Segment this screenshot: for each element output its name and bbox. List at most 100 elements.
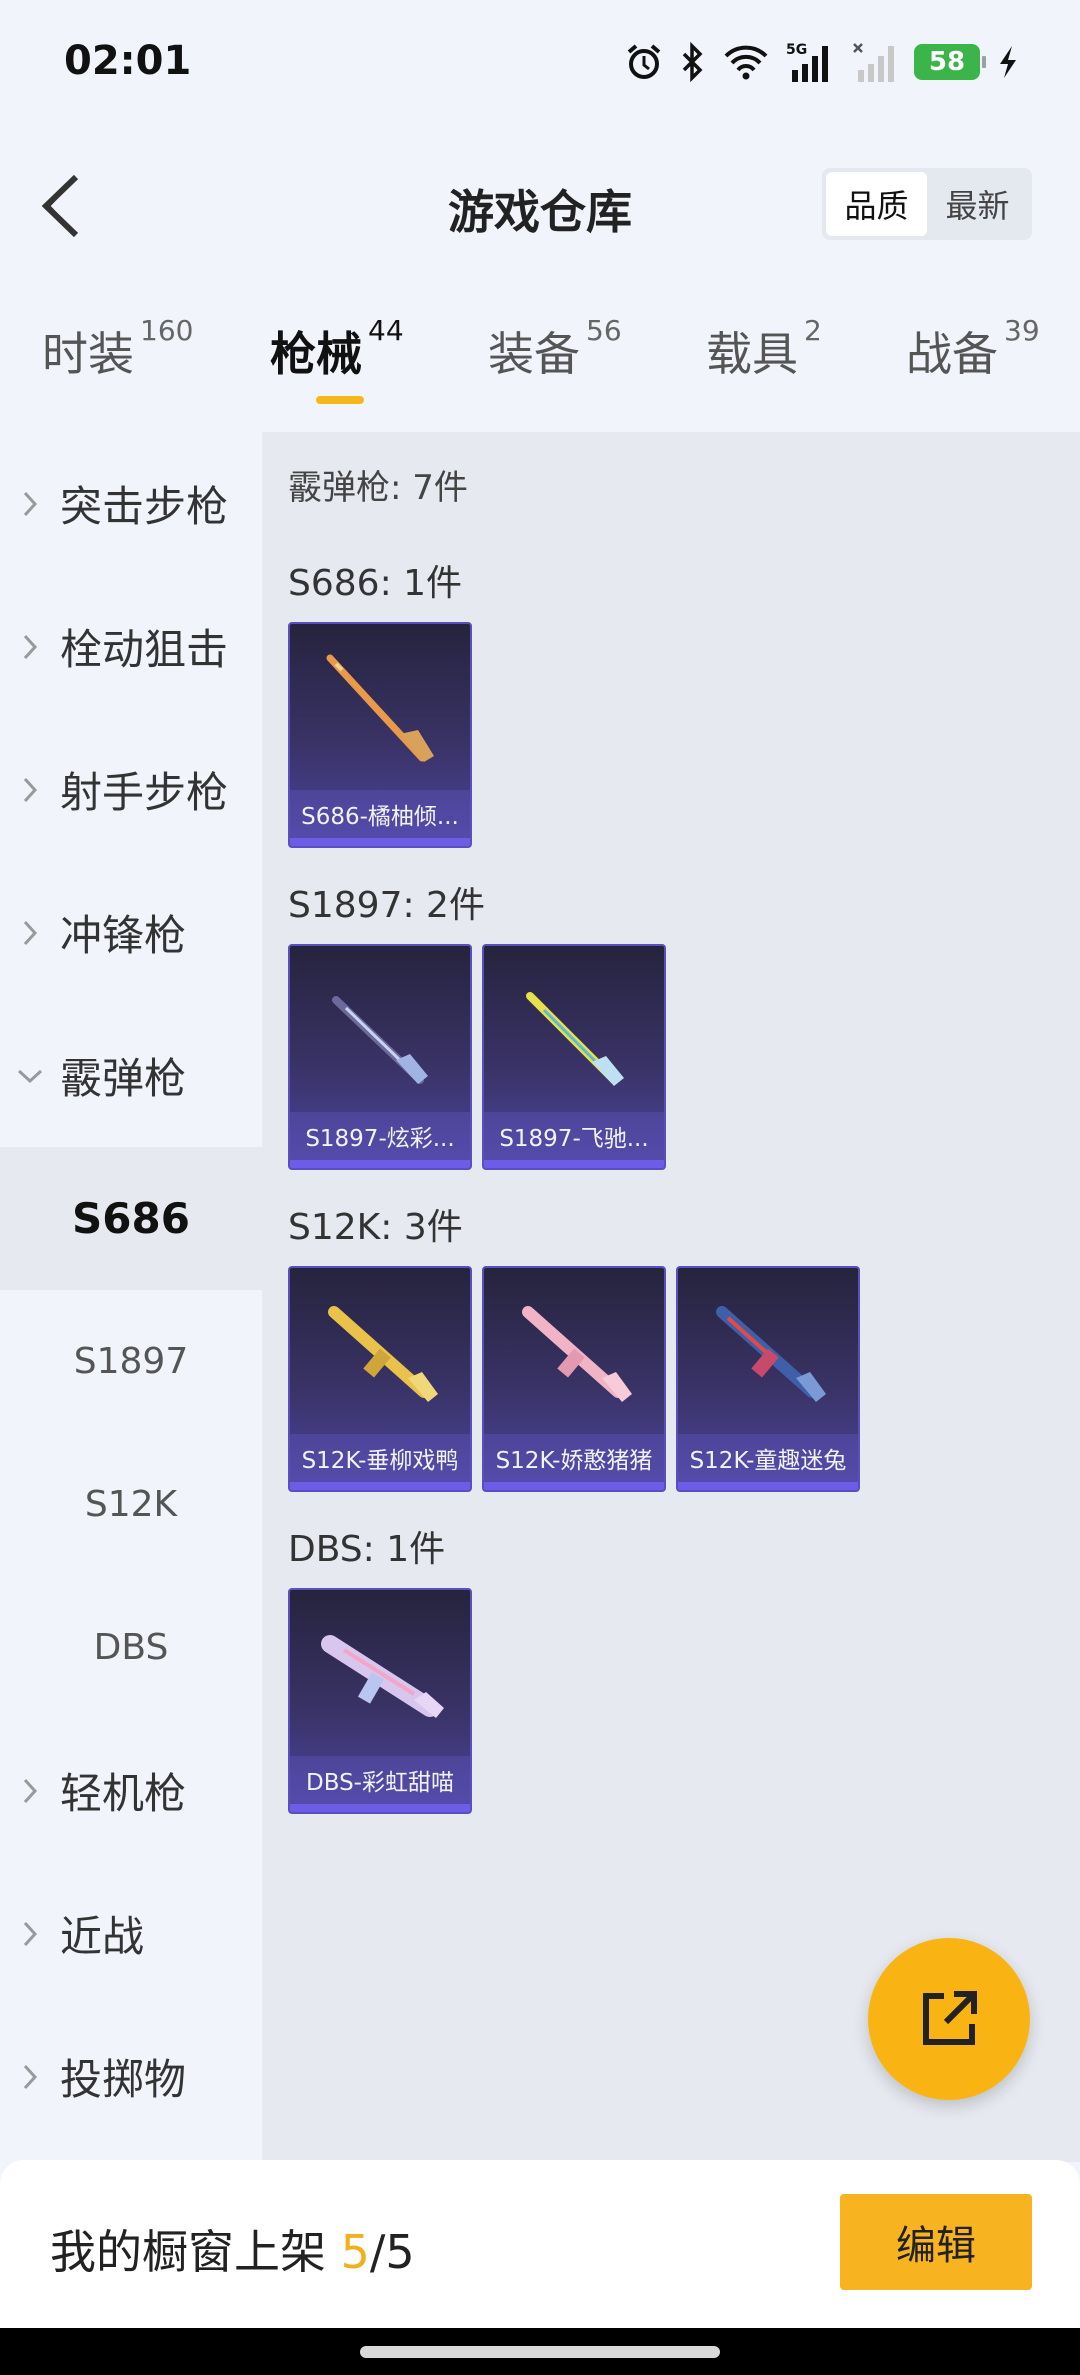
sidebar-item-bolt-sniper[interactable]: 栓动狙击 — [0, 575, 262, 718]
sidebar-item-label: 轻机枪 — [60, 1769, 187, 1818]
bluetooth-icon — [680, 40, 706, 84]
rarity-bar — [484, 1482, 664, 1490]
status-icons: 5G 58 — [624, 40, 1020, 84]
tab-fashion[interactable]: 时装 160 — [42, 314, 193, 384]
chevron-right-icon — [0, 490, 60, 518]
item-card-s1897-2[interactable]: S1897-飞驰... — [482, 944, 666, 1170]
wifi-icon — [722, 40, 770, 84]
showcase-bar: 我的橱窗上架 5/5 编辑 — [0, 2160, 1080, 2328]
alarm-icon — [624, 40, 664, 84]
tab-label: 载具 — [706, 327, 798, 381]
chevron-right-icon — [0, 1777, 60, 1805]
rarity-bar — [484, 1160, 664, 1168]
network-label: 5G — [786, 42, 807, 58]
item-name: S12K-垂柳戏鸭 — [290, 1434, 470, 1482]
tab-vehicles[interactable]: 载具 2 — [706, 314, 822, 384]
sort-quality-option[interactable]: 品质 — [826, 172, 927, 236]
showcase-total: /5 — [369, 2225, 415, 2279]
rarity-bar — [290, 1160, 470, 1168]
rarity-bar — [678, 1482, 858, 1490]
sidebar-item-label: 突击步枪 — [60, 482, 229, 531]
item-card-s12k-3[interactable]: S12K-童趣迷兔 — [676, 1266, 860, 1492]
shotgun-skin-image — [321, 1635, 444, 1718]
tab-label: 战备 — [906, 327, 998, 381]
tab-count: 44 — [368, 314, 404, 347]
sidebar-item-label: 霰弹枪 — [60, 1054, 187, 1103]
item-card-dbs[interactable]: DBS-彩虹甜喵 — [288, 1588, 472, 1814]
chevron-right-icon — [0, 919, 60, 947]
sidebar-subitem-s1897[interactable]: S1897 — [0, 1290, 262, 1433]
cell-signal-icon: 5G — [786, 40, 836, 84]
sidebar-item-assault-rifle[interactable]: 突击步枪 — [0, 432, 262, 575]
tab-supplies[interactable]: 战备 39 — [906, 314, 1040, 384]
tab-label: 装备 — [488, 327, 580, 381]
tab-equipment[interactable]: 装备 56 — [488, 314, 622, 384]
showcase-label: 我的橱窗上架 — [50, 2225, 326, 2279]
item-name: DBS-彩虹甜喵 — [290, 1756, 470, 1804]
tab-count: 39 — [1004, 314, 1040, 347]
header: 游戏仓库 品质 最新 — [0, 140, 1080, 270]
share-fab-button[interactable] — [868, 1938, 1030, 2100]
sidebar-subitem-dbs[interactable]: DBS — [0, 1576, 262, 1719]
showcase-count: 5 — [340, 2225, 370, 2279]
item-card-s12k-2[interactable]: S12K-娇憨猪猪 — [482, 1266, 666, 1492]
rarity-bar — [290, 1804, 470, 1812]
weapon-category-sidebar: 突击步枪 栓动狙击 射手步枪 冲锋枪 霰弹枪 S686 S1897 S12K D… — [0, 432, 262, 2162]
sidebar-item-label: 近战 — [60, 1912, 145, 1961]
system-nav-bar — [0, 2328, 1080, 2375]
shotgun-skin-image — [326, 654, 434, 762]
item-card-s1897-1[interactable]: S1897-炫彩... — [288, 944, 472, 1170]
cell-signal-nosim-icon — [852, 40, 898, 84]
sidebar-item-shotgun[interactable]: 霰弹枪 — [0, 1004, 262, 1147]
shotgun-skin-image — [332, 996, 428, 1084]
inventory-content: 霰弹枪: 7件 S686: 1件 S686-橘柚倾... S1897: 2件 S… — [262, 432, 1080, 2162]
sidebar-item-label: 射手步枪 — [60, 768, 229, 817]
rarity-bar — [290, 838, 470, 846]
shotgun-total-label: 霰弹枪: 7件 — [288, 468, 468, 508]
sort-toggle: 品质 最新 — [822, 168, 1032, 240]
chevron-down-icon — [0, 1068, 60, 1084]
shotgun-skin-image — [522, 1306, 632, 1402]
tab-count: 56 — [586, 314, 622, 347]
item-name: S1897-炫彩... — [290, 1112, 470, 1160]
home-gesture-handle[interactable] — [360, 2346, 720, 2358]
item-card-s686[interactable]: S686-橘柚倾... — [288, 622, 472, 848]
sidebar-item-label: 投掷物 — [60, 2055, 187, 2104]
tab-count: 2 — [804, 314, 822, 347]
chevron-right-icon — [0, 776, 60, 804]
chevron-right-icon — [0, 633, 60, 661]
sidebar-item-throwables[interactable]: 投掷物 — [0, 2005, 262, 2148]
item-name: S12K-童趣迷兔 — [678, 1434, 858, 1482]
edit-button[interactable]: 编辑 — [840, 2194, 1032, 2290]
sidebar-item-marksman-rifle[interactable]: 射手步枪 — [0, 718, 262, 861]
shotgun-skin-image — [716, 1306, 826, 1402]
active-tab-indicator — [316, 396, 364, 404]
share-external-icon — [923, 1991, 977, 2045]
sidebar-item-smg[interactable]: 冲锋枪 — [0, 861, 262, 1004]
sidebar-item-lmg[interactable]: 轻机枪 — [0, 1719, 262, 1862]
group-title-s686: S686: 1件 — [288, 563, 463, 604]
shotgun-skin-image — [526, 992, 624, 1086]
status-time: 02:01 — [64, 38, 192, 84]
item-name: S1897-飞驰... — [484, 1112, 664, 1160]
item-name: S12K-娇憨猪猪 — [484, 1434, 664, 1482]
tab-count: 160 — [140, 314, 194, 347]
shotgun-skin-image — [328, 1306, 438, 1402]
sidebar-subitem-s686[interactable]: S686 — [0, 1147, 262, 1290]
group-title-s12k: S12K: 3件 — [288, 1207, 463, 1248]
tab-guns[interactable]: 枪械 44 — [270, 314, 404, 384]
sort-latest-option[interactable]: 最新 — [927, 172, 1028, 236]
chevron-right-icon — [0, 2063, 60, 2091]
sidebar-item-melee[interactable]: 近战 — [0, 1862, 262, 2005]
rarity-bar — [290, 1482, 470, 1490]
sidebar-item-label: 栓动狙击 — [60, 625, 229, 674]
sidebar-subitem-s12k[interactable]: S12K — [0, 1433, 262, 1576]
sidebar-item-label: 冲锋枪 — [60, 911, 187, 960]
charging-icon — [996, 40, 1020, 84]
item-name: S686-橘柚倾... — [290, 790, 470, 838]
chevron-right-icon — [0, 1920, 60, 1948]
battery-icon: 58 — [914, 44, 986, 80]
tab-label: 时装 — [42, 327, 134, 381]
item-card-s12k-1[interactable]: S12K-垂柳戏鸭 — [288, 1266, 472, 1492]
tab-label: 枪械 — [270, 327, 362, 381]
